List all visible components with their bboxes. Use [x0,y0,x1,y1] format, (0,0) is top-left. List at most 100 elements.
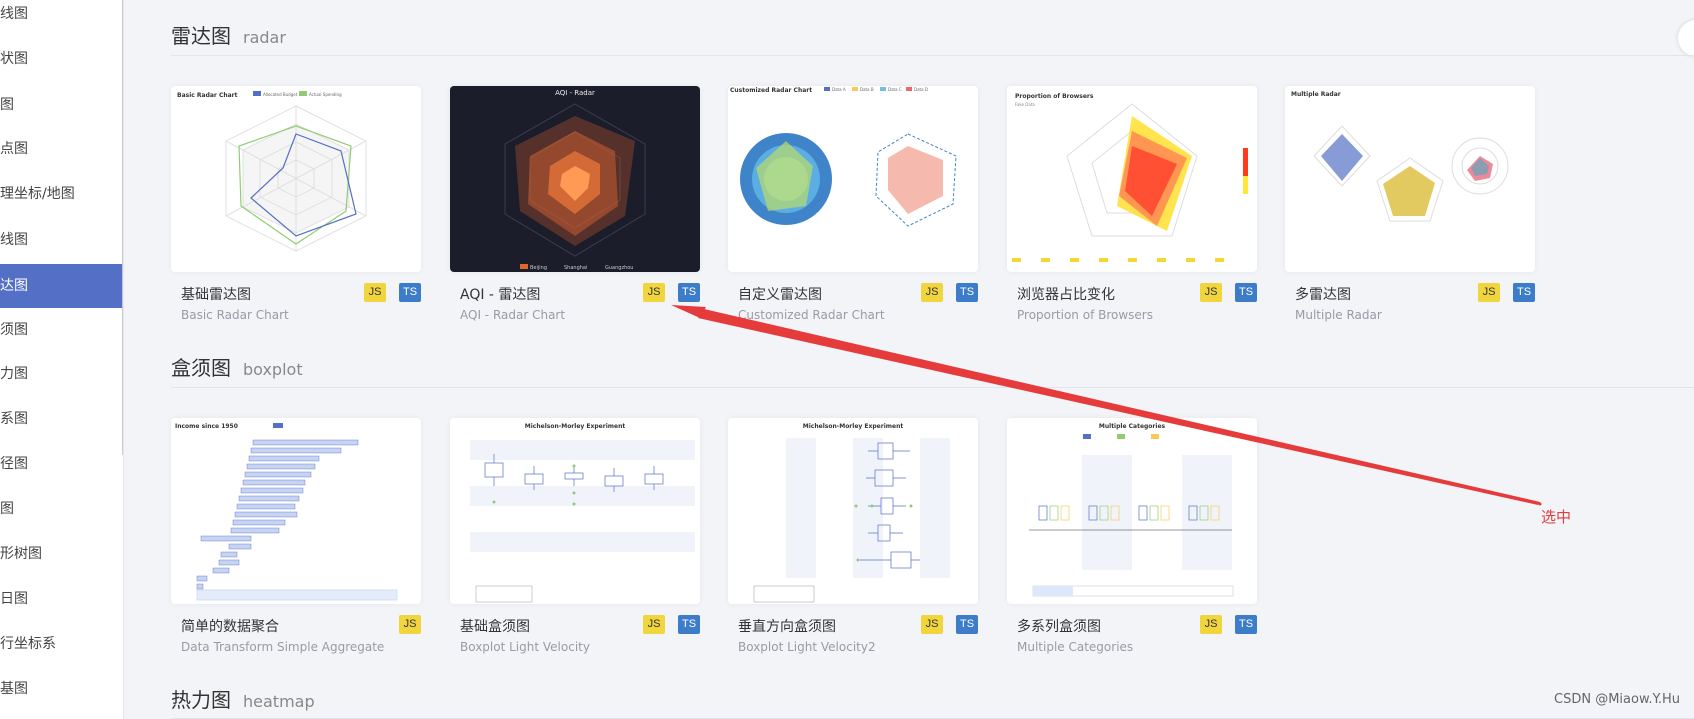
annotation-label: 选中 [1541,508,1572,526]
card-subtitle: Data Transform Simple Aggregate [181,640,385,654]
thumb-subtitle: Fake Data [1015,102,1035,107]
section-title-heatmap: 热力图 heatmap [171,684,315,714]
thumb-legend: Actual Spending [309,92,342,97]
thumb-title: AQI - Radar [555,89,595,97]
card-title[interactable]: 多雷达图 [1295,284,1351,304]
chart-thumbnail[interactable]: Michelson-Morley Experiment [450,418,700,604]
section-title-zh: 热力图 [171,688,231,712]
section-title-en: radar [243,28,286,47]
chart-thumbnail[interactable]: AQI - Radar Beijing Shanghai Guangzhou [450,86,700,272]
sidebar-item-parallel[interactable]: 行坐标系 [0,622,122,666]
js-badge[interactable]: JS [643,615,665,634]
example-card-basic-radar[interactable]: Basic Radar Chart Allocated Budget Actua… [171,86,421,322]
sidebar-item-boxplot[interactable]: 须图 [0,308,122,352]
card-subtitle: Boxplot Light Velocity [460,640,590,654]
card-title[interactable]: 浏览器占比变化 [1017,284,1115,304]
chart-thumbnail[interactable]: Multiple Categories [1007,418,1257,604]
sidebar-item-graph[interactable]: 系图 [0,397,122,441]
thumb-title: Customized Radar Chart [730,87,812,94]
section-divider [171,387,1694,388]
sidebar-item-bar[interactable]: 状图 [0,37,122,81]
thumb-legend: Data C [888,87,902,92]
sidebar-item-line[interactable]: 线图 [0,0,122,36]
section-title-boxplot: 盒须图 boxplot [171,352,303,382]
card-title[interactable]: 简单的数据聚合 [181,616,279,636]
chart-thumbnail[interactable]: Proportion of Browsers Fake Data [1007,86,1257,272]
sidebar-item-heatmap[interactable]: 力图 [0,352,122,396]
example-card-browsers[interactable]: Proportion of Browsers Fake Data 浏览器占比变化… [1007,86,1257,322]
sidebar-item-sankey[interactable]: 基图 [0,667,122,711]
scroll-top-button[interactable] [1678,20,1694,56]
watermark: CSDN @Miaow.Y.Hu [1554,692,1680,707]
js-badge[interactable]: JS [364,283,386,302]
ts-badge[interactable]: TS [678,615,700,634]
sidebar-item-sunburst[interactable]: 日图 [0,577,122,621]
thumb-legend: Shanghai [564,265,587,271]
js-badge[interactable]: JS [1200,283,1222,302]
example-card-custom-radar[interactable]: Customized Radar Chart Data A Data B Dat… [728,86,978,322]
thumb-title: Income since 1950 [175,423,238,430]
section-title-en: heatmap [243,692,315,711]
card-title[interactable]: 垂直方向盒须图 [738,616,836,636]
sidebar-item-lines[interactable]: 线图 [0,218,122,262]
ts-badge[interactable]: TS [956,615,978,634]
thumb-title: Michelson-Morley Experiment [803,423,904,430]
ts-badge[interactable]: TS [399,283,421,302]
js-badge[interactable]: JS [399,615,421,634]
thumb-legend: Data A [832,87,846,92]
card-title[interactable]: 自定义雷达图 [738,284,822,304]
sidebar-scrollbar[interactable] [122,0,123,455]
js-badge[interactable]: JS [1478,283,1500,302]
js-badge[interactable]: JS [921,283,943,302]
js-badge[interactable]: JS [1200,615,1222,634]
card-title[interactable]: 基础雷达图 [181,284,251,304]
thumb-legend: Data D [914,87,928,92]
js-badge[interactable]: JS [643,283,665,302]
card-title[interactable]: AQI - 雷达图 [460,284,540,304]
card-subtitle: AQI - Radar Chart [460,308,566,322]
card-title[interactable]: 基础盒须图 [460,616,530,636]
card-subtitle: Basic Radar Chart [181,308,289,322]
thumb-legend: Data B [860,87,874,92]
card-subtitle: Proportion of Browsers [1017,308,1153,322]
sidebar: 线图 状图 图 点图 理坐标/地图 线图 达图 须图 力图 系图 径图 图 形树… [0,0,124,719]
chart-thumbnail[interactable]: Multiple Radar [1285,86,1535,272]
example-card-aqi-radar[interactable]: AQI - Radar Beijing Shanghai Guangzhou A… [450,86,700,322]
card-subtitle: Boxplot Light Velocity2 [738,640,876,654]
main-content: 雷达图 radar Basic Radar Chart Allocated Bu… [125,0,1694,719]
sidebar-item-radar[interactable]: 达图 [0,264,122,308]
card-subtitle: Multiple Categories [1017,640,1134,654]
sidebar-item-scatter[interactable]: 点图 [0,127,122,171]
thumb-title: Michelson-Morley Experiment [525,423,626,430]
example-card-multi-categories[interactable]: Multiple Categories 多系列盒须图 Multiple Cate… [1007,418,1257,654]
chart-thumbnail[interactable]: Income since 1950 [171,418,421,604]
card-title[interactable]: 多系列盒须图 [1017,616,1101,636]
chart-thumbnail[interactable]: Basic Radar Chart Allocated Budget Actua… [171,86,421,272]
thumb-legend: Beijing [530,265,547,271]
ts-badge[interactable]: TS [956,283,978,302]
sidebar-item-path[interactable]: 径图 [0,442,122,486]
ts-badge[interactable]: TS [1513,283,1535,302]
chart-thumbnail[interactable]: Customized Radar Chart Data A Data B Dat… [728,86,978,272]
section-divider [171,55,1694,56]
example-card-income[interactable]: Income since 1950 简单的数据聚合 Data Transform… [171,418,421,654]
sidebar-item-pie[interactable]: 图 [0,83,122,127]
section-title-radar: 雷达图 radar [171,20,286,50]
example-card-boxplot-velocity2[interactable]: Michelson-Morley Experiment 垂直方向盒须图 Boxp… [728,418,978,654]
thumb-title: Multiple Categories [1099,423,1166,430]
card-subtitle: Multiple Radar [1295,308,1382,322]
chart-thumbnail[interactable]: Michelson-Morley Experiment [728,418,978,604]
sidebar-item-tree[interactable]: 图 [0,487,122,531]
sidebar-item-treemap[interactable]: 形树图 [0,532,122,576]
section-title-zh: 盒须图 [171,356,231,380]
section-title-en: boxplot [243,360,303,379]
ts-badge[interactable]: TS [1235,615,1257,634]
sidebar-item-geo[interactable]: 理坐标/地图 [0,172,122,216]
ts-badge[interactable]: TS [678,283,700,302]
thumb-title: Basic Radar Chart [177,92,238,99]
example-card-multi-radar[interactable]: Multiple Radar 多雷达图 Multiple Radar JS TS [1285,86,1535,322]
js-badge[interactable]: JS [921,615,943,634]
example-card-boxplot-velocity[interactable]: Michelson-Morley Experiment 基础盒须图 Boxplo… [450,418,700,654]
ts-badge[interactable]: TS [1235,283,1257,302]
thumb-legend: Guangzhou [605,265,633,271]
